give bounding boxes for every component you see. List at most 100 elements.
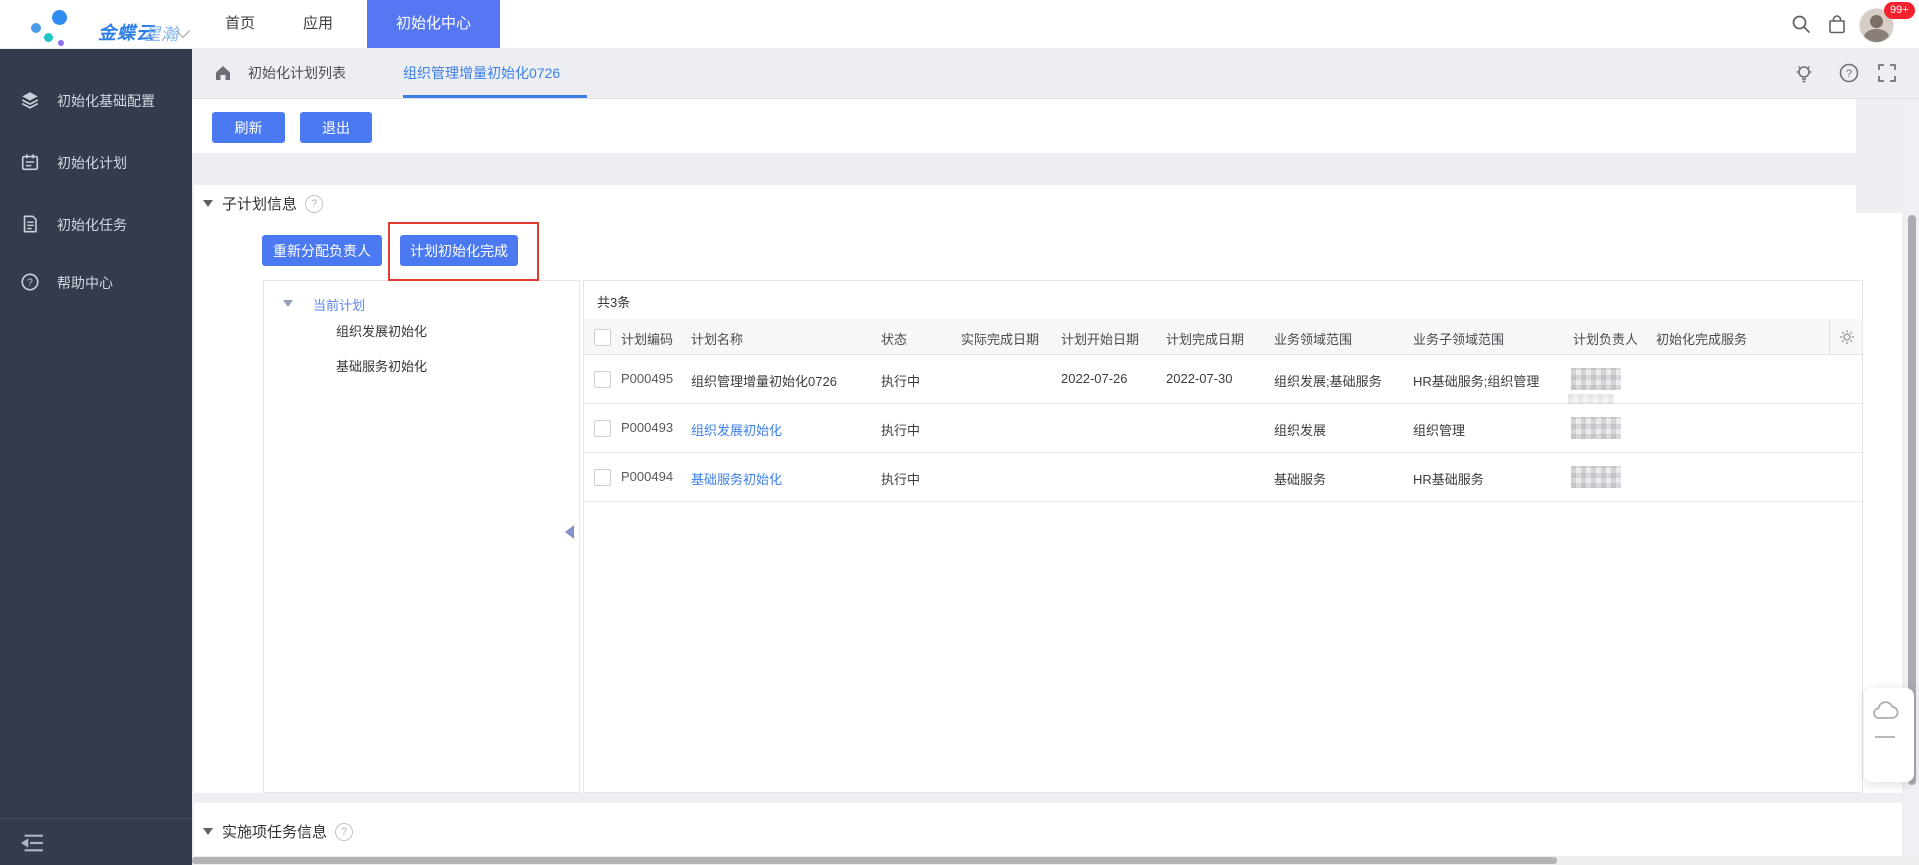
cell-plan-name-link[interactable]: 组织发展初始化 <box>691 420 782 439</box>
search-icon[interactable] <box>1790 13 1812 35</box>
record-count: 共3条 <box>597 292 630 311</box>
tree-node-org-dev-init[interactable]: 组织发展初始化 <box>336 314 536 349</box>
collapse-triangle-icon[interactable] <box>203 200 213 207</box>
left-sidebar: 初始化基础配置 初始化计划 初始化任务 ? <box>0 48 192 865</box>
red-annotation-box <box>388 222 539 281</box>
cell-plan-code: P000493 <box>621 420 673 435</box>
top-right-gutter <box>1856 98 1904 213</box>
cell-status: 执行中 <box>881 371 920 390</box>
cell-business-domain: 基础服务 <box>1274 469 1326 488</box>
sidebar-item-help-center[interactable]: ? 帮助中心 <box>0 264 192 300</box>
sidebar-item-init-task[interactable]: 初始化任务 <box>0 206 192 242</box>
tab-org-incremental-init[interactable]: 组织管理增量初始化0726 <box>403 48 560 98</box>
splitter-collapse-left-icon[interactable] <box>565 525 574 539</box>
svg-text:?: ? <box>27 278 33 289</box>
blurred-owner-name <box>1571 368 1621 390</box>
cell-plan-finish-date: 2022-07-30 <box>1166 371 1233 386</box>
table-row[interactable]: P000495 组织管理增量初始化0726 执行中 2022-07-26 202… <box>584 355 1862 404</box>
section-help-icon[interactable]: ? <box>335 823 353 841</box>
section-help-icon[interactable]: ? <box>305 195 323 213</box>
cell-business-subdomain: HR基础服务;组织管理 <box>1413 371 1539 390</box>
page-tab-bar: 初始化计划列表 组织管理增量初始化0726 <box>192 48 1919 99</box>
chevron-down-icon[interactable] <box>176 24 190 38</box>
tree-node-base-service-init[interactable]: 基础服务初始化 <box>336 349 536 384</box>
logo-dot-icon <box>58 40 64 46</box>
cell-plan-name-link[interactable]: 基础服务初始化 <box>691 469 782 488</box>
layers-icon <box>20 90 40 110</box>
column-header-business-domain[interactable]: 业务领域范围 <box>1274 329 1352 348</box>
cell-business-subdomain: HR基础服务 <box>1413 469 1484 488</box>
sidebar-item-label: 帮助中心 <box>57 273 113 293</box>
column-header-plan-start-date[interactable]: 计划开始日期 <box>1061 329 1139 348</box>
gear-icon[interactable] <box>1839 329 1855 345</box>
cell-business-subdomain: 组织管理 <box>1413 420 1465 439</box>
impl-task-section-header[interactable]: 实施项任务信息 ? <box>203 821 353 842</box>
cell-plan-code: P000495 <box>621 371 673 386</box>
row-checkbox[interactable] <box>594 371 611 388</box>
help-icon[interactable]: ? <box>1838 62 1860 84</box>
lightbulb-icon[interactable] <box>1793 62 1815 84</box>
tree-node-label: 当前计划 <box>313 295 365 314</box>
column-header-business-subdomain[interactable]: 业务子领域范围 <box>1413 329 1504 348</box>
sidebar-item-init-plan[interactable]: 初始化计划 <box>0 144 192 180</box>
floating-assistant-widget[interactable] <box>1864 688 1914 782</box>
sidebar-item-label: 初始化基础配置 <box>57 91 155 111</box>
table-row[interactable]: P000493 组织发展初始化 执行中 组织发展 组织管理 <box>584 404 1862 453</box>
cloud-icon <box>1872 698 1900 724</box>
select-all-checkbox[interactable] <box>594 329 611 346</box>
blurred-owner-name <box>1571 466 1621 488</box>
active-tab-underline <box>403 95 587 98</box>
table-header-row: 计划编码 计划名称 状态 实际完成日期 计划开始日期 计划完成日期 业务领域范围… <box>584 319 1862 355</box>
collapse-sidebar-icon[interactable] <box>18 832 44 854</box>
help-circle-icon: ? <box>20 272 40 292</box>
cell-business-domain: 组织发展 <box>1274 420 1326 439</box>
row-checkbox[interactable] <box>594 469 611 486</box>
column-header-plan-code[interactable]: 计划编码 <box>621 329 673 348</box>
column-header-actual-finish-date[interactable]: 实际完成日期 <box>961 329 1039 348</box>
column-header-plan-finish-date[interactable]: 计划完成日期 <box>1166 329 1244 348</box>
assistant-minimize-icon <box>1875 736 1895 738</box>
app-window: 金蝶云 星瀚 首页 应用 初始化中心 99+ 初始化基础配置 <box>0 0 1919 865</box>
sidebar-item-label: 初始化任务 <box>57 215 127 235</box>
section-title: 子计划信息 <box>222 193 297 214</box>
table-row[interactable]: P000494 基础服务初始化 执行中 基础服务 HR基础服务 <box>584 453 1862 502</box>
logo-dot-icon <box>31 23 41 33</box>
column-header-status[interactable]: 状态 <box>881 329 907 348</box>
subplan-section-header[interactable]: 子计划信息 ? <box>203 193 323 214</box>
sidebar-footer <box>0 818 192 865</box>
nav-item-init-center[interactable]: 初始化中心 <box>367 0 500 48</box>
impl-task-section: 实施项任务信息 ? <box>194 803 1902 857</box>
nav-item-home[interactable]: 首页 <box>215 0 265 48</box>
subplan-section: 子计划信息 ? 重新分配负责人 计划初始化完成 当前计划 组织发展初始化 基础服… <box>194 185 1902 793</box>
row-checkbox[interactable] <box>594 420 611 437</box>
avatar-silhouette <box>1870 15 1883 28</box>
notification-badge[interactable]: 99+ <box>1884 2 1915 19</box>
brand-logo[interactable]: 金蝶云 星瀚 <box>26 6 186 46</box>
subplan-table-panel: 共3条 计划编码 计划名称 状态 实际完成日期 计划开始日期 计划完成日期 业务… <box>583 280 1863 793</box>
tab-init-plan-list[interactable]: 初始化计划列表 <box>248 48 346 98</box>
exit-button[interactable]: 退出 <box>300 112 372 143</box>
home-icon[interactable] <box>213 63 233 83</box>
tree-expand-triangle-icon[interactable] <box>283 300 293 307</box>
sidebar-item-init-base-config[interactable]: 初始化基础配置 <box>0 82 192 118</box>
refresh-button[interactable]: 刷新 <box>212 112 285 143</box>
cell-status: 执行中 <box>881 420 920 439</box>
fullscreen-icon[interactable] <box>1876 62 1898 84</box>
column-settings-cell <box>1829 319 1863 355</box>
cell-plan-code: P000494 <box>621 469 673 484</box>
svg-text:?: ? <box>1846 68 1852 80</box>
message-bag-icon[interactable] <box>1826 13 1848 35</box>
column-header-plan-owner[interactable]: 计划负责人 <box>1573 329 1638 348</box>
column-header-init-complete-service[interactable]: 初始化完成服务 <box>1656 329 1747 348</box>
cell-plan-start-date: 2022-07-26 <box>1061 371 1128 386</box>
plan-tree-panel: 当前计划 组织发展初始化 基础服务初始化 <box>263 280 580 793</box>
blurred-owner-name <box>1571 417 1621 439</box>
reassign-owner-button[interactable]: 重新分配负责人 <box>262 235 382 266</box>
document-icon <box>20 214 40 234</box>
horizontal-scrollbar-thumb[interactable] <box>192 857 1557 864</box>
nav-item-apps[interactable]: 应用 <box>293 0 343 48</box>
calendar-icon <box>20 152 40 172</box>
top-header: 金蝶云 星瀚 首页 应用 初始化中心 99+ <box>0 0 1919 49</box>
column-header-plan-name[interactable]: 计划名称 <box>691 329 743 348</box>
collapse-triangle-icon[interactable] <box>203 828 213 835</box>
